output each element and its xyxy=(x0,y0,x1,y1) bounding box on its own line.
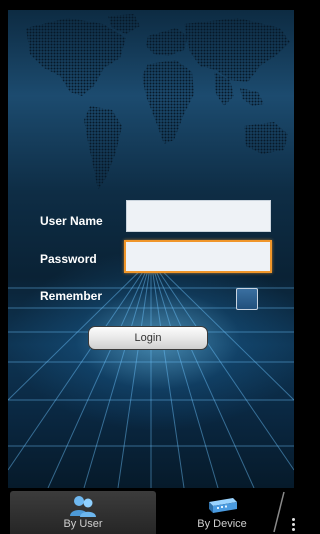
password-input[interactable] xyxy=(124,240,272,273)
tab-divider xyxy=(273,491,285,533)
remember-checkbox[interactable] xyxy=(236,288,258,310)
password-label: Password xyxy=(40,252,97,266)
device-icon xyxy=(209,498,237,513)
world-map-background xyxy=(26,14,290,190)
login-button[interactable]: Login xyxy=(88,326,208,350)
overflow-menu-icon[interactable] xyxy=(286,514,300,534)
tab-by-user-label: By User xyxy=(63,518,103,530)
tab-by-user[interactable]: By User xyxy=(10,491,156,534)
tab-by-device[interactable]: By Device xyxy=(160,491,284,534)
tab-by-device-label: By Device xyxy=(197,518,247,530)
username-input[interactable] xyxy=(126,200,271,232)
app-frame: User Name Password Remember Login By Use… xyxy=(0,0,302,534)
users-icon xyxy=(70,496,96,517)
username-label: User Name xyxy=(40,214,103,228)
remember-label: Remember xyxy=(40,289,103,303)
